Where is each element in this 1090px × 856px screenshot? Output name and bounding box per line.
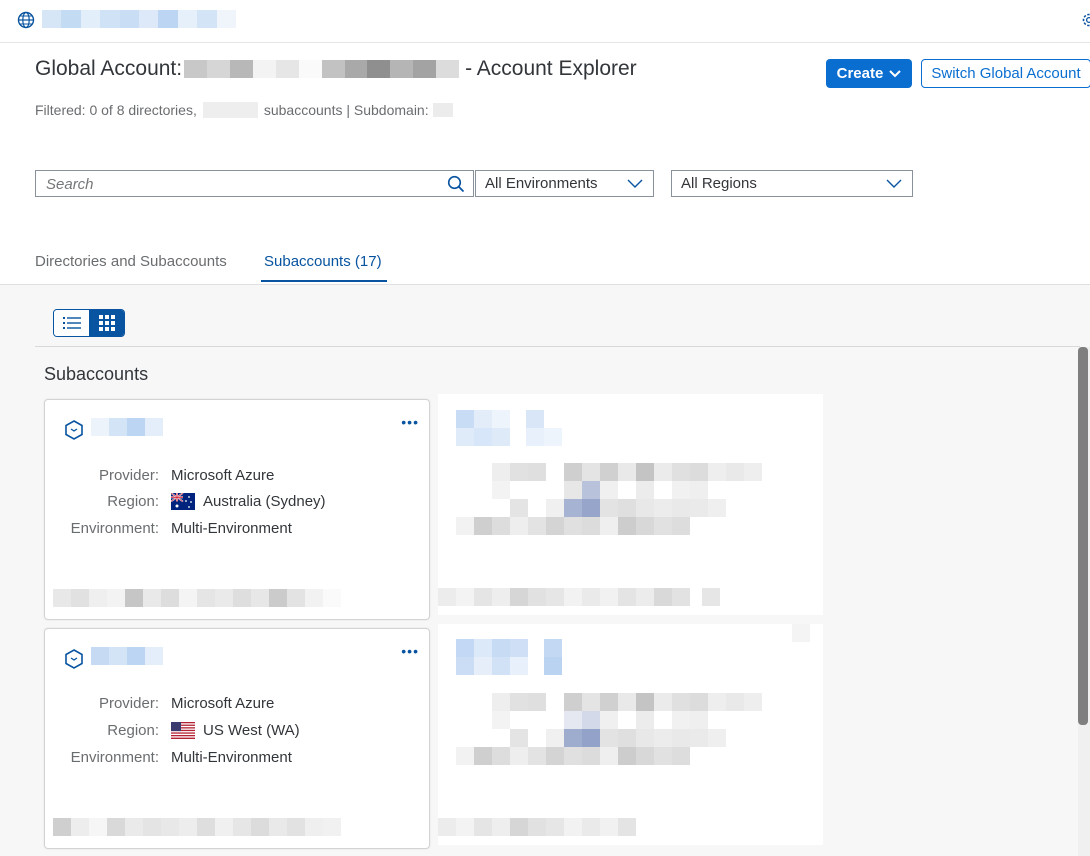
grid-view-icon: [98, 315, 115, 331]
subaccount-card[interactable]: ••• Provider: Microsoft Azure Region: Au…: [44, 399, 430, 620]
australia-flag-icon: [171, 493, 195, 510]
section-title: Subaccounts: [44, 364, 149, 384]
region-value-wrapper: US West (WA): [171, 722, 300, 739]
chevron-down-icon: [886, 179, 902, 188]
redacted-subdomain: [432, 103, 453, 117]
create-button-label: Create: [836, 65, 884, 82]
scrollbar-thumb[interactable]: [1078, 347, 1088, 725]
provider-value: Microsoft Azure: [171, 467, 275, 484]
page-header: Global Account: - Account Explorer Filte…: [0, 43, 1090, 285]
region-label: Region:: [107, 722, 159, 739]
redacted-subaccount-card: [438, 624, 823, 845]
region-value: US West (WA): [203, 722, 300, 739]
tab-directories-and-subaccounts[interactable]: Directories and Subaccounts: [35, 253, 227, 270]
environment-value: Multi-Environment: [171, 749, 292, 766]
redacted-subaccount-card: [438, 394, 823, 615]
page-title-suffix: - Account Explorer: [465, 57, 637, 80]
search-input[interactable]: [36, 171, 428, 197]
filter-summary-directories: Filtered: 0 of 8 directories,: [35, 102, 197, 118]
regions-select[interactable]: All Regions: [671, 170, 913, 197]
environment-value: Multi-Environment: [171, 520, 292, 537]
more-icon[interactable]: •••: [401, 414, 419, 430]
active-tab-indicator: [261, 280, 387, 282]
page-title: Global Account: - Account Explorer: [35, 57, 637, 81]
filter-summary-subaccounts: subaccounts | Subdomain:: [263, 102, 429, 118]
view-toggle: [53, 309, 125, 337]
provider-label: Provider:: [98, 467, 159, 484]
page-title-prefix: Global Account:: [35, 57, 183, 80]
provider-value: Microsoft Azure: [171, 695, 275, 712]
content-area: Subaccounts ••• Provider: Microsoft Azur…: [0, 285, 1090, 856]
grid-view-button[interactable]: [89, 310, 124, 336]
gear-icon[interactable]: [1080, 11, 1090, 29]
redacted-footer: [53, 818, 341, 836]
environments-select[interactable]: All Environments: [475, 170, 654, 197]
list-view-button[interactable]: [54, 310, 89, 336]
chevron-down-icon: [889, 69, 902, 77]
redacted-account-name: [42, 10, 237, 28]
switch-global-account-button[interactable]: Switch Global Account: [921, 59, 1090, 88]
region-value-wrapper: Australia (Sydney): [171, 493, 326, 510]
list-view-icon: [62, 317, 81, 329]
tab-subaccounts[interactable]: Subaccounts (17): [264, 253, 382, 270]
regions-select-value: All Regions: [681, 175, 757, 192]
environments-select-value: All Environments: [485, 175, 598, 192]
filter-summary: Filtered: 0 of 8 directories, subaccount…: [35, 102, 453, 118]
shell-bar: [0, 0, 1090, 43]
divider: [35, 346, 1080, 347]
provider-label: Provider:: [98, 695, 159, 712]
environment-label: Environment:: [70, 749, 159, 766]
subaccount-card[interactable]: ••• Provider: Microsoft Azure Region: US…: [44, 628, 430, 849]
redacted-global-account: [184, 60, 460, 78]
environment-label: Environment:: [70, 520, 159, 537]
us-flag-icon: [171, 722, 195, 739]
redacted-footer: [53, 589, 341, 607]
redacted-subaccount-name: [91, 647, 163, 665]
chevron-down-icon: [627, 179, 643, 188]
redacted-subaccount-name: [91, 418, 163, 436]
search-field[interactable]: [35, 170, 474, 197]
subaccount-icon: [65, 420, 83, 440]
search-icon[interactable]: [447, 175, 465, 193]
region-label: Region:: [107, 493, 159, 510]
globe-icon[interactable]: [17, 11, 35, 29]
create-button[interactable]: Create: [826, 59, 912, 88]
region-value: Australia (Sydney): [203, 493, 326, 510]
subaccount-icon: [65, 649, 83, 669]
more-icon[interactable]: •••: [401, 643, 419, 659]
redacted-count: [202, 102, 258, 118]
